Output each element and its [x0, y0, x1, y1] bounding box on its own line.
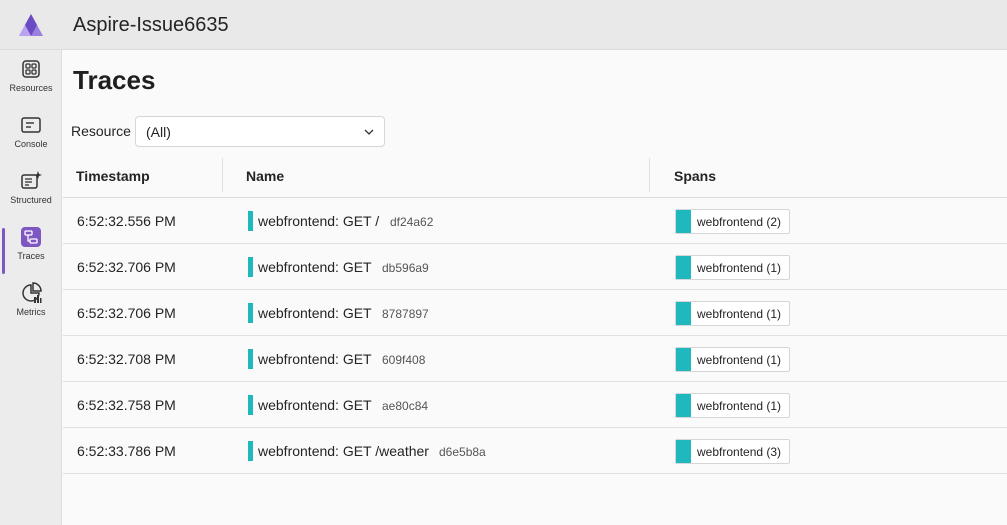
timestamp-cell: 6:52:32.706 PM [77, 259, 176, 275]
resource-color-bar [248, 211, 253, 231]
table-row[interactable]: 6:52:32.706 PM webfrontend: GET db596a9 … [63, 244, 1007, 290]
table-row[interactable]: 6:52:32.758 PM webfrontend: GET ae80c84 … [63, 382, 1007, 428]
sidebar-item-label: Metrics [16, 307, 46, 317]
span-label: webfrontend (1) [697, 353, 782, 367]
column-divider[interactable] [222, 158, 223, 192]
chevron-down-icon [364, 129, 374, 135]
app-title: Aspire-Issue6635 [73, 14, 229, 36]
resource-select[interactable]: (All) [135, 116, 385, 147]
span-color-bar [676, 394, 691, 417]
sidebar-item-console[interactable]: Console [0, 114, 62, 166]
trace-name: webfrontend: GET [258, 351, 372, 367]
span-chip[interactable]: webfrontend (3) [675, 439, 790, 464]
resource-color-bar [248, 441, 253, 461]
span-label: webfrontend (1) [697, 307, 782, 321]
span-color-bar [676, 256, 691, 279]
span-color-bar [676, 348, 691, 371]
table-row[interactable]: 6:52:32.706 PM webfrontend: GET 8787897 … [63, 290, 1007, 336]
resource-color-bar [248, 257, 253, 277]
metrics-icon [22, 282, 42, 303]
timestamp-cell: 6:52:32.706 PM [77, 305, 176, 321]
console-icon [21, 117, 41, 133]
sidebar-item-structured[interactable]: Structured [0, 170, 62, 222]
trace-name: webfrontend: GET / [258, 213, 380, 229]
span-chip[interactable]: webfrontend (1) [675, 255, 790, 280]
table-header: Timestamp Name Spans [63, 156, 1007, 198]
table-row[interactable]: 6:52:33.786 PM webfrontend: GET /weather… [63, 428, 1007, 474]
aspire-logo-icon[interactable] [18, 12, 44, 38]
span-chip[interactable]: webfrontend (1) [675, 393, 790, 418]
sidebar-item-label: Traces [17, 251, 45, 261]
grid-icon [22, 60, 40, 78]
trace-id: ae80c84 [382, 399, 429, 413]
table-row[interactable]: 6:52:32.708 PM webfrontend: GET 609f408 … [63, 336, 1007, 382]
timestamp-cell: 6:52:33.786 PM [77, 443, 176, 459]
span-label: webfrontend (1) [697, 261, 782, 275]
sidebar-item-resources[interactable]: Resources [0, 58, 62, 110]
resource-color-bar [248, 395, 253, 415]
trace-id: db596a9 [382, 261, 429, 275]
span-label: webfrontend (3) [697, 445, 782, 459]
span-color-bar [676, 440, 691, 463]
resource-select-value: (All) [146, 124, 171, 140]
main-content: Traces Resource (All) Timestamp Name Spa… [63, 51, 1007, 525]
trace-name: webfrontend: GET [258, 397, 372, 413]
span-color-bar [676, 302, 691, 325]
top-bar: Aspire-Issue6635 [0, 0, 1007, 50]
sidebar-item-label: Console [14, 139, 48, 149]
table-row[interactable]: 6:52:32.556 PM webfrontend: GET / df24a6… [63, 198, 1007, 244]
resource-filter-label: Resource [71, 123, 131, 139]
column-divider[interactable] [649, 158, 650, 192]
trace-name: webfrontend: GET [258, 305, 372, 321]
span-label: webfrontend (1) [697, 399, 782, 413]
column-header-spans[interactable]: Spans [674, 168, 716, 184]
span-label: webfrontend (2) [697, 215, 782, 229]
timestamp-cell: 6:52:32.758 PM [77, 397, 176, 413]
span-chip[interactable]: webfrontend (1) [675, 347, 790, 372]
page-title: Traces [73, 65, 156, 95]
span-chip[interactable]: webfrontend (1) [675, 301, 790, 326]
sidebar-item-metrics[interactable]: Metrics [0, 282, 62, 334]
timestamp-cell: 6:52:32.556 PM [77, 213, 176, 229]
trace-name: webfrontend: GET /weather [258, 443, 429, 459]
trace-id: df24a62 [390, 215, 434, 229]
column-header-name[interactable]: Name [246, 168, 284, 184]
column-header-timestamp[interactable]: Timestamp [76, 168, 150, 184]
resource-color-bar [248, 349, 253, 369]
span-chip[interactable]: webfrontend (2) [675, 209, 790, 234]
sidebar-item-label: Structured [10, 195, 52, 205]
sidebar-item-label: Resources [9, 83, 53, 93]
resource-color-bar [248, 303, 253, 323]
sidebar-nav: Resources Console Structured Traces Metr… [0, 50, 62, 525]
trace-id: d6e5b8a [439, 445, 486, 459]
structured-logs-icon [21, 171, 42, 189]
trace-id: 8787897 [382, 307, 429, 321]
traces-icon [21, 227, 41, 247]
sidebar-item-traces[interactable]: Traces [0, 226, 62, 278]
timestamp-cell: 6:52:32.708 PM [77, 351, 176, 367]
trace-name: webfrontend: GET [258, 259, 372, 275]
trace-id: 609f408 [382, 353, 426, 367]
span-color-bar [676, 210, 691, 233]
